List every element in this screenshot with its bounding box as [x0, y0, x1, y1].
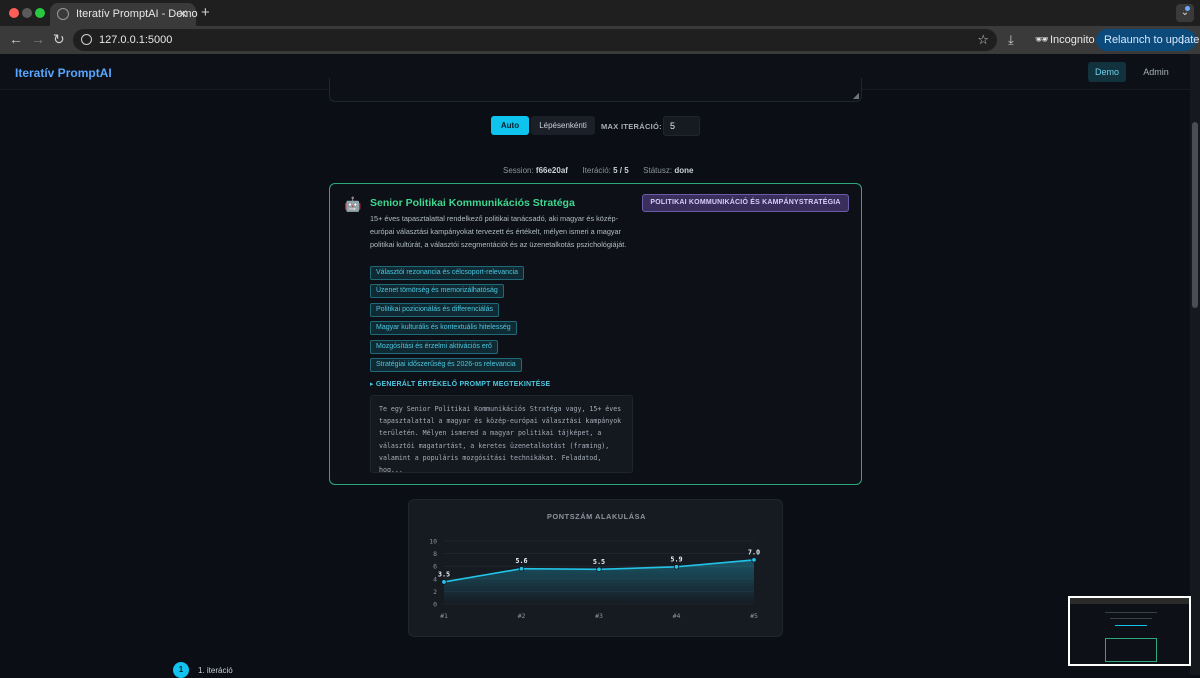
score-point [518, 566, 525, 572]
prompt-preview-toggle[interactable]: ▸ GENERÁLT ÉRTÉKELŐ PROMPT MEGTEKINTÉSE [370, 380, 550, 388]
status-value: done [674, 166, 694, 175]
criterion-tag: Magyar kulturális és kontextuális hitele… [370, 321, 517, 335]
x-tick-label: #1 [440, 612, 448, 620]
browser-tab[interactable]: Iteratív PromptAI - Demo ✕ [50, 3, 198, 26]
tab-close-icon[interactable]: ✕ [178, 7, 188, 21]
download-icon[interactable]: ⤓ [1008, 32, 1014, 48]
back-arrow-icon[interactable]: ← [9, 31, 23, 47]
globe-icon [57, 8, 69, 20]
y-tick-label: 8 [433, 550, 437, 558]
maximize-window-icon[interactable] [35, 8, 45, 18]
session-id: f66e20af [535, 166, 568, 175]
x-tick-label: #2 [518, 612, 526, 620]
more-vertical-icon: ⋮ [1177, 34, 1188, 46]
data-label: 5.9 [670, 555, 682, 563]
x-tick-label: #4 [673, 612, 681, 620]
bookmark-star-icon[interactable]: ☆ [977, 32, 989, 48]
resize-handle-icon[interactable]: ◢ [853, 91, 859, 100]
x-tick-label: #3 [595, 612, 603, 620]
incognito-indicator[interactable]: 🕶 Incognito [1031, 29, 1095, 51]
relaunch-button[interactable]: Relaunch to update ⋮ [1096, 29, 1199, 51]
y-tick-label: 4 [433, 575, 437, 583]
score-point [751, 557, 757, 563]
criterion-tag: Politikai pozicionálás és differenciálás [370, 303, 499, 317]
info-icon[interactable] [81, 34, 92, 45]
criterion-tag: Választói rezonancia és célcsoport-relev… [370, 266, 525, 280]
data-label: 5.6 [515, 557, 527, 565]
domain-badge: POLITIKAI KOMMUNIKÁCIÓ ÉS KAMPÁNYSTRATÉG… [642, 194, 849, 212]
data-label: 5.5 [593, 558, 605, 566]
mode-auto-button[interactable]: Auto [491, 116, 529, 135]
status-label: Státusz: [643, 166, 673, 175]
score-point [441, 579, 447, 585]
scrollbar-thumb[interactable] [1192, 122, 1198, 308]
reload-icon[interactable]: ↻ [53, 31, 65, 48]
robot-icon: 🤖 [344, 196, 362, 212]
incognito-label: Incognito [1050, 34, 1095, 46]
y-tick-label: 2 [433, 588, 437, 596]
pip-card [1105, 638, 1157, 662]
browser-toolbar: ← → ↻ 127.0.0.1:5000 ☆ ⤓ 🕶 Incognito Rel… [0, 26, 1200, 54]
page-scrollbar[interactable] [1190, 54, 1200, 675]
url-text[interactable]: 127.0.0.1:5000 [99, 34, 172, 46]
session-status: Session: f66e20af Iteráció: 5 / 5 Státus… [503, 166, 693, 175]
score-point [596, 566, 602, 573]
tab-search-button[interactable]: ⌄ [1176, 4, 1194, 22]
iteration-count: 5 / 5 [613, 166, 629, 175]
close-window-icon[interactable] [9, 8, 19, 18]
nav-demo[interactable]: Demo [1088, 62, 1126, 82]
y-tick-label: 10 [429, 538, 437, 546]
prompt-preview: Te egy Senior Politikai Kommunikációs St… [370, 395, 633, 473]
y-tick-label: 0 [433, 601, 437, 609]
iteration-label: Iteráció: [582, 166, 611, 175]
incognito-icon: 🕶 [1035, 34, 1049, 46]
pip-line [1110, 618, 1152, 619]
session-label: Session: [503, 166, 534, 175]
data-label: 7.0 [748, 548, 760, 556]
pip-tab-bar [1070, 598, 1189, 604]
criterion-tag: Mozgósítási és érzelmi aktivációs erő [370, 340, 498, 354]
nav-admin[interactable]: Admin [1136, 62, 1176, 82]
notification-dot [1185, 6, 1190, 11]
score-point [673, 564, 680, 570]
iteration-step-label[interactable]: 1. iteráció [198, 666, 233, 675]
criterion-tag: Stratégiai időszerűség és 2026-os releva… [370, 358, 522, 372]
max-iteration-label: MAX ITERÁCIÓ: [601, 122, 662, 131]
iteration-step-number[interactable]: 1 [173, 662, 189, 678]
score-chart: 0 2 4 6 8 10 3.5 #1 5.6 #2 5.5 #3 5.9 #4 7.0 #5 [429, 538, 760, 621]
score-area [444, 559, 754, 604]
expert-description: 15+ éves tapasztalattal rendelkező polit… [370, 214, 627, 249]
topic-textarea[interactable]: ◢ [329, 78, 862, 102]
new-tab-icon[interactable]: + [201, 4, 210, 21]
brand-logo[interactable]: Iteratív PromptAI [15, 66, 112, 80]
criterion-tag: Üzenet tömörség és memorizálhatóság [370, 284, 504, 298]
browser-tab-bar: Iteratív PromptAI - Demo ✕ + ⌄ [0, 0, 1200, 26]
mode-step-button[interactable]: Lépésenkénti [531, 116, 595, 135]
pip-line [1105, 612, 1157, 613]
expert-card: 🤖 Senior Politikai Kommunikációs Stratég… [329, 183, 862, 485]
address-bar[interactable]: 127.0.0.1:5000 ☆ [73, 29, 997, 51]
picture-in-picture-preview[interactable] [1068, 596, 1191, 666]
expert-title: Senior Politikai Kommunikációs Stratéga [370, 197, 575, 209]
minimize-window-icon[interactable] [22, 8, 32, 18]
score-chart-card: PONTSZÁM ALAKULÁSA 0 2 4 6 8 10 3.5 #1 5.6 #2 5.5 #… [408, 499, 783, 637]
x-tick-label: #5 [750, 612, 758, 620]
data-label: 3.5 [438, 570, 450, 578]
pip-line [1115, 625, 1147, 626]
forward-arrow-icon[interactable]: → [31, 31, 45, 47]
y-tick-label: 6 [433, 563, 437, 571]
max-iteration-input[interactable]: 5 [663, 116, 700, 136]
